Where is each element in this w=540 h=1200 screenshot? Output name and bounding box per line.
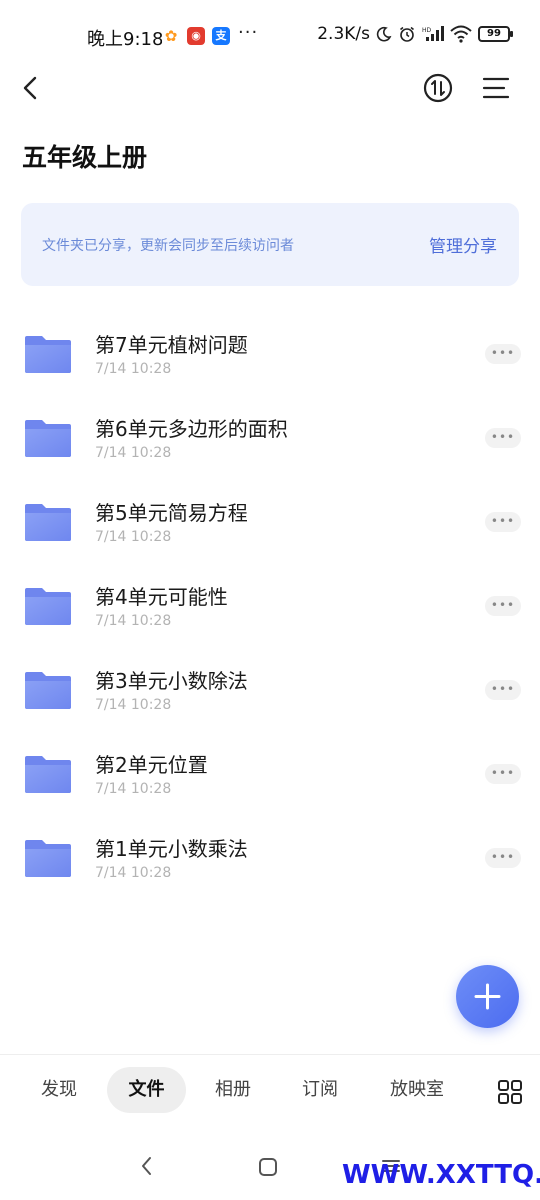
status-app-icons: ✿ ◉ 支 — [162, 27, 230, 45]
plus-icon — [474, 983, 501, 1010]
status-time: 晚上9:18 — [87, 29, 164, 50]
folder-name: 第6单元多边形的面积 — [95, 417, 288, 441]
signal-icon: HD — [422, 26, 444, 41]
folder-name: 第1单元小数乘法 — [95, 837, 248, 861]
folder-name: 第5单元简易方程 — [95, 501, 248, 525]
svg-text:HD: HD — [422, 27, 432, 34]
grid-icon — [498, 1080, 522, 1104]
folder-item[interactable]: 第6单元多边形的面积 7/14 10:28 ••• — [0, 384, 540, 468]
share-banner-text: 文件夹已分享，更新会同步至后续访问者 — [42, 238, 294, 254]
apps-button[interactable] — [497, 1079, 523, 1105]
add-button[interactable] — [456, 965, 519, 1028]
tab-albums[interactable]: 相册 — [196, 1067, 270, 1113]
folder-time: 7/14 10:28 — [95, 361, 172, 377]
chevron-left-icon — [23, 76, 37, 100]
folder-more-button[interactable]: ••• — [485, 428, 521, 448]
watermark: WWW.XXTTQ.COM — [342, 1160, 540, 1190]
folder-icon — [25, 756, 71, 793]
tab-screening-room[interactable]: 放映室 — [378, 1067, 456, 1113]
status-right: 2.3K/s HD 99 — [317, 24, 513, 44]
menu-button[interactable] — [478, 70, 514, 106]
status-more-icon: ··· — [238, 22, 259, 43]
folder-time: 7/14 10:28 — [95, 781, 172, 797]
folder-name: 第2单元位置 — [95, 753, 208, 777]
folder-item[interactable]: 第3单元小数除法 7/14 10:28 ••• — [0, 636, 540, 720]
folder-time: 7/14 10:28 — [95, 697, 172, 713]
folder-icon — [25, 840, 71, 877]
folder-name: 第7单元植树问题 — [95, 333, 248, 357]
folder-icon — [25, 504, 71, 541]
folder-icon — [25, 588, 71, 625]
folder-more-button[interactable]: ••• — [485, 344, 521, 364]
folder-icon — [25, 420, 71, 457]
sort-button[interactable] — [420, 70, 456, 106]
network-speed: 2.3K/s — [317, 24, 370, 44]
wifi-icon — [450, 25, 472, 43]
folder-time: 7/14 10:28 — [95, 613, 172, 629]
screen: 晚上9:18 ✿ ◉ 支 ··· 2.3K/s HD 99 五年级上册 文件夹已… — [0, 0, 540, 1200]
folder-item[interactable]: 第7单元植树问题 7/14 10:28 ••• — [0, 300, 540, 384]
folder-more-button[interactable]: ••• — [485, 512, 521, 532]
bottom-tab-bar: 发现 文件 相册 订阅 放映室 — [0, 1054, 540, 1124]
nav-home-icon[interactable] — [258, 1157, 278, 1177]
moon-icon — [376, 26, 392, 42]
folder-time: 7/14 10:28 — [95, 445, 172, 461]
folder-item[interactable]: 第5单元简易方程 7/14 10:28 ••• — [0, 468, 540, 552]
folder-more-button[interactable]: ••• — [485, 596, 521, 616]
folder-time: 7/14 10:28 — [95, 529, 172, 545]
share-banner: 文件夹已分享，更新会同步至后续访问者 管理分享 — [21, 203, 519, 286]
alarm-icon — [400, 26, 414, 42]
folder-name: 第4单元可能性 — [95, 585, 228, 609]
battery-icon: 99 — [478, 26, 513, 42]
app-notification-icon: ✿ — [162, 27, 180, 45]
folder-more-button[interactable]: ••• — [485, 848, 521, 868]
menu-icon — [482, 77, 510, 99]
back-button[interactable] — [14, 70, 50, 106]
folder-more-button[interactable]: ••• — [485, 680, 521, 700]
folder-item[interactable]: 第2单元位置 7/14 10:28 ••• — [0, 720, 540, 804]
page-title: 五年级上册 — [22, 143, 148, 172]
folder-more-button[interactable]: ••• — [485, 764, 521, 784]
manage-share-button[interactable]: 管理分享 — [429, 232, 497, 257]
folder-name: 第3单元小数除法 — [95, 669, 248, 693]
status-bar: 晚上9:18 ✿ ◉ 支 ··· 2.3K/s HD 99 — [0, 0, 540, 72]
folder-item[interactable]: 第4单元可能性 7/14 10:28 ••• — [0, 552, 540, 636]
tab-discover[interactable]: 发现 — [22, 1067, 96, 1113]
folder-item[interactable]: 第1单元小数乘法 7/14 10:28 ••• — [0, 804, 540, 888]
alipay-icon: 支 — [212, 27, 230, 45]
folder-icon — [25, 672, 71, 709]
nav-back-icon[interactable] — [136, 1155, 158, 1177]
folder-time: 7/14 10:28 — [95, 865, 172, 881]
folder-icon — [25, 336, 71, 373]
sort-icon — [423, 73, 453, 103]
tab-subscriptions[interactable]: 订阅 — [283, 1067, 357, 1113]
netease-music-icon: ◉ — [187, 27, 205, 45]
folder-list: 第7单元植树问题 7/14 10:28 ••• 第6单元多边形的面积 7/14 … — [0, 300, 540, 888]
tab-files[interactable]: 文件 — [107, 1067, 186, 1113]
